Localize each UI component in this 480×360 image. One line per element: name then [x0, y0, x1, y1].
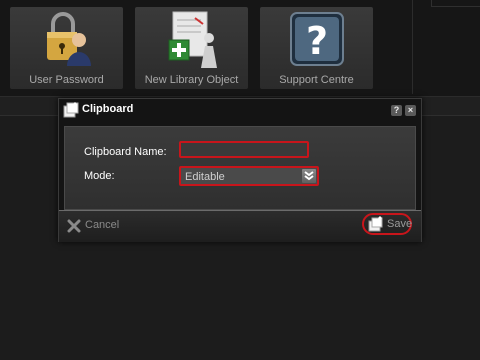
clipboard-icon [63, 102, 79, 118]
svg-text:?: ? [305, 19, 327, 63]
support-centre-tile[interactable]: ? Support Centre [260, 7, 373, 89]
clipboard-name-label: Clipboard Name: [84, 146, 167, 158]
clipboard-name-input[interactable] [179, 141, 309, 158]
help-button[interactable]: ? [391, 105, 402, 116]
chevron-down-icon[interactable] [302, 169, 316, 183]
help-icon: ? [289, 12, 344, 66]
dialog-title: Clipboard [82, 103, 134, 115]
close-button[interactable]: × [405, 105, 416, 116]
user-lock-icon [46, 12, 91, 66]
dialog-title-bar[interactable]: Clipboard ? × [59, 99, 421, 121]
tile-label-user-password: User Password [29, 74, 104, 86]
toolbar-right-panel [431, 0, 480, 7]
library-object-icon [168, 11, 217, 68]
dialog-content: Clipboard Name: Mode: Editable [64, 126, 416, 210]
cancel-label: Cancel [85, 219, 120, 231]
dialog-footer: Cancel Save [59, 210, 421, 242]
save-button[interactable]: Save [362, 213, 412, 235]
mode-label: Mode: [84, 170, 115, 182]
user-password-tile[interactable]: User Password [10, 7, 123, 89]
toolbar-divider [412, 0, 413, 94]
new-library-object-tile[interactable]: New Library Object [135, 7, 248, 89]
save-label: Save [387, 218, 413, 230]
tile-label-new-library-object: New Library Object [144, 74, 239, 86]
mode-select[interactable]: Editable [179, 166, 319, 186]
tile-label-support-centre: Support Centre [279, 74, 354, 86]
close-icon: × [407, 105, 414, 115]
question-icon: ? [393, 105, 400, 115]
top-toolbar: User Password New Library Object ? Suppo… [0, 0, 480, 96]
clipboard-dialog: Clipboard ? × Clipboard Name: Mode: Edit… [58, 98, 422, 242]
cancel-x-icon [67, 219, 81, 233]
mode-selected-value: Editable [185, 171, 225, 183]
save-clipboard-icon [368, 216, 383, 232]
